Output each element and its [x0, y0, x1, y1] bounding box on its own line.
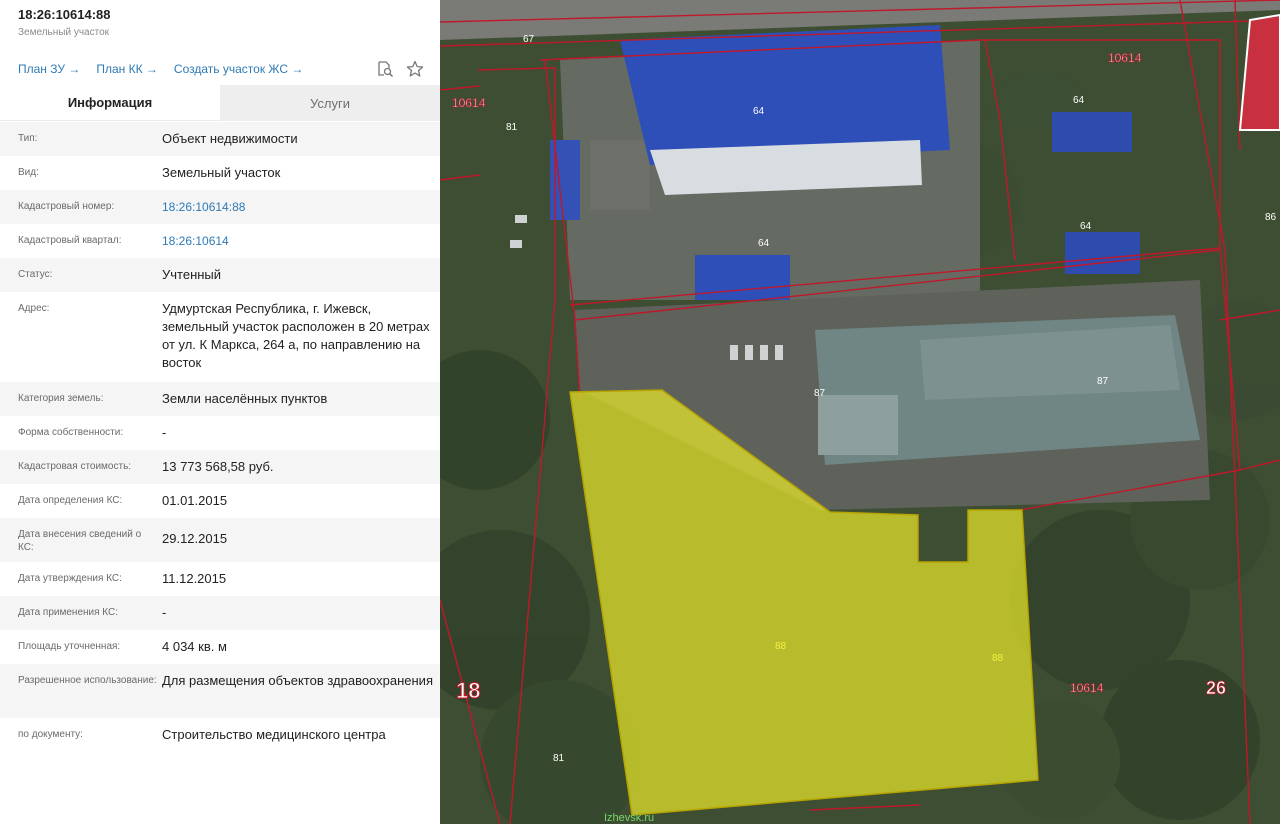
label-10614-west: 10614 [452, 96, 486, 110]
info-panel: 18:26:10614:88 Земельный участок План ЗУ… [0, 0, 440, 824]
field-label: Площадь уточненная: [18, 641, 121, 652]
header-links: План ЗУ → План КК → Создать участок ЖС → [18, 62, 303, 80]
label-88-center: 88 [775, 641, 787, 652]
table-row: Дата применения КС: - [0, 596, 440, 630]
table-row: Дата внесения сведений о КС: 29.12.2015 [0, 518, 440, 562]
label-87-west: 87 [814, 388, 826, 399]
label-64-c: 64 [1080, 221, 1092, 232]
field-value: - [162, 425, 167, 440]
plan-zu-link[interactable]: План ЗУ → [18, 62, 80, 80]
label-88-east: 88 [992, 653, 1004, 664]
label-26: 26 [1206, 678, 1226, 698]
field-label: по документу: [18, 729, 83, 740]
table-row: Кадастровый квартал: 18:26:10614 [0, 224, 440, 258]
table-row: Кадастровый номер: 18:26:10614:88 [0, 190, 440, 224]
field-value: 13 773 568,58 руб. [162, 459, 274, 474]
table-row: Вид: Земельный участок [0, 156, 440, 190]
grey-roof-building [815, 315, 1200, 465]
table-row: Кадастровая стоимость: 13 773 568,58 руб… [0, 450, 440, 484]
table-row: по документу: Строительство медицинского… [0, 718, 440, 752]
satellite-map[interactable]: 67 10614 10614 10614 81 81 64 64 64 64 8… [440, 0, 1280, 824]
sports-ground [590, 140, 650, 210]
table-row: Дата определения КС: 01.01.2015 [0, 484, 440, 518]
label-86: 86 [1265, 212, 1277, 223]
field-value: Объект недвижимости [162, 131, 298, 146]
table-row: Площадь уточненная: 4 034 кв. м [0, 630, 440, 664]
cadastral-quarter-link[interactable]: 18:26:10614 [162, 232, 434, 250]
star-icon[interactable] [406, 60, 424, 78]
header-actions [376, 60, 424, 78]
label-64-a: 64 [753, 106, 765, 117]
table-row: Категория земель: Земли населённых пункт… [0, 382, 440, 416]
field-label: Дата определения КС: [18, 495, 123, 506]
field-value: 01.01.2015 [162, 493, 228, 508]
field-label: Кадастровая стоимость: [18, 461, 132, 472]
field-label: Кадастровый квартал: [18, 235, 122, 246]
field-label: Разрешенное использование: [18, 675, 157, 686]
table-row: Разрешенное использование: Для размещени… [0, 664, 440, 718]
plan-kk-link[interactable]: План КК → [96, 62, 158, 80]
table-row: Адрес: Удмуртская Республика, г. Ижевск,… [0, 292, 440, 382]
table-row: Форма собственности: - [0, 416, 440, 450]
field-value: 29.12.2015 [162, 531, 228, 546]
label-81-north: 81 [506, 122, 518, 133]
field-value: Земли населённых пунктов [162, 391, 328, 406]
field-label: Кадастровый номер: [18, 201, 115, 212]
field-label: Дата внесения сведений о КС: [18, 529, 142, 553]
field-value: Для размещения объектов здравоохранения [162, 673, 433, 688]
field-value: Учтенный [162, 267, 222, 282]
label-10614-south: 10614 [1070, 681, 1104, 695]
label-64-b: 64 [1073, 95, 1085, 106]
field-label: Вид: [18, 167, 39, 178]
table-row: Дата утверждения КС: 11.12.2015 [0, 562, 440, 596]
field-label: Форма собственности: [18, 427, 124, 438]
field-label: Дата утверждения КС: [18, 573, 122, 584]
property-table: Тип: Объект недвижимости Вид: Земельный … [0, 122, 440, 752]
map-watermark: Izhevsk.ru [604, 812, 654, 824]
tab-bar: Информация Услуги [0, 85, 440, 121]
tab-information[interactable]: Информация [0, 85, 220, 121]
label-64-d: 64 [758, 238, 770, 249]
label-18: 18 [456, 678, 480, 703]
field-value: Земельный участок [162, 165, 281, 180]
label-10614-north: 10614 [1108, 51, 1142, 65]
parcel-title: 18:26:10614:88 [18, 7, 111, 22]
address-value: Удмуртская Республика, г. Ижевск, земель… [162, 301, 430, 370]
search-document-icon[interactable] [376, 60, 394, 78]
field-label: Статус: [18, 269, 53, 280]
field-label: Адрес: [18, 303, 50, 314]
tab-services[interactable]: Услуги [220, 85, 440, 121]
label-67: 67 [523, 34, 535, 45]
field-label: Тип: [18, 133, 38, 144]
field-label: Категория земель: [18, 393, 104, 404]
create-plot-link[interactable]: Создать участок ЖС → [174, 62, 303, 80]
field-value: - [162, 605, 167, 620]
field-value: Строительство медицинского центра [162, 727, 386, 742]
field-value: 11.12.2015 [162, 571, 227, 586]
field-value: 4 034 кв. м [162, 639, 227, 654]
parcel-subtitle: Земельный участок [18, 27, 110, 38]
table-row: Статус: Учтенный [0, 258, 440, 292]
table-row: Тип: Объект недвижимости [0, 122, 440, 156]
map-canvas[interactable]: 67 10614 10614 10614 81 81 64 64 64 64 8… [440, 0, 1280, 824]
label-87-east: 87 [1097, 376, 1109, 387]
label-81-south: 81 [553, 753, 565, 764]
cadastral-number-link[interactable]: 18:26:10614:88 [162, 198, 434, 216]
field-label: Дата применения КС: [18, 607, 119, 618]
